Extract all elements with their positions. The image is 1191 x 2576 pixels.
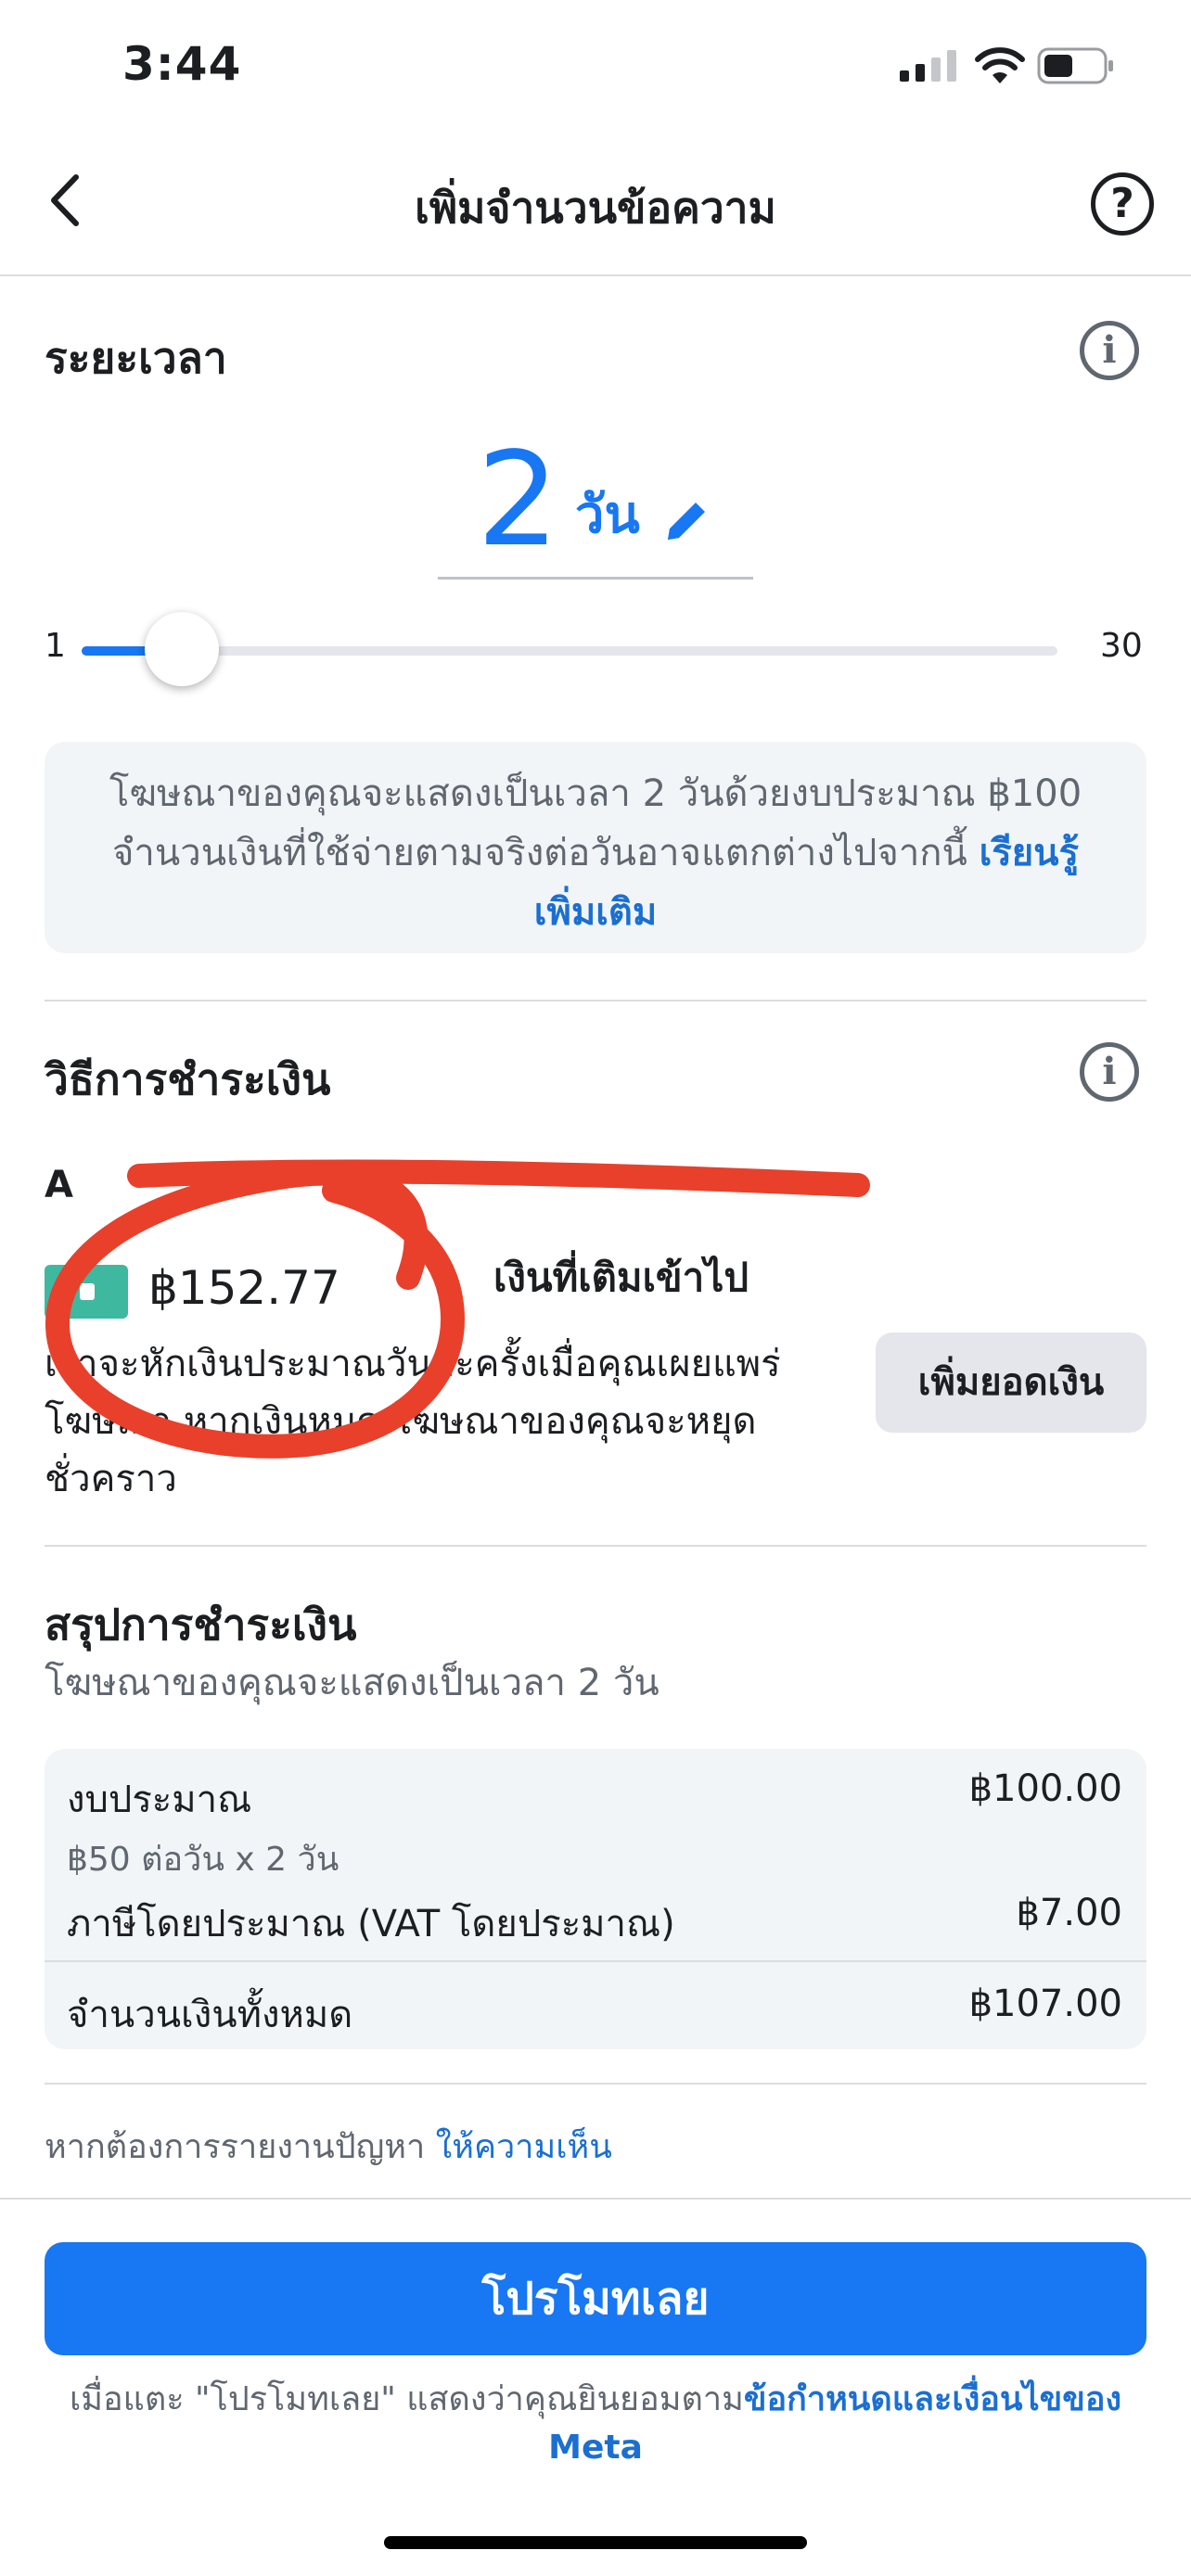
section-divider <box>45 1545 1146 1547</box>
payment-account: A <box>45 1164 73 1206</box>
tax-value: ฿7.00 <box>1016 1892 1122 1934</box>
page-title: เพิ่มจำนวนข้อความ <box>415 183 776 233</box>
tax-label: ภาษีโดยประมาณ (VAT โดยประมาณ) <box>67 1903 675 1945</box>
section-divider <box>45 2083 1146 2085</box>
duration-value[interactable]: 2 <box>477 436 559 566</box>
slider-min-label: 1 <box>45 627 66 665</box>
total-value: ฿107.00 <box>968 1983 1122 2025</box>
terms-notice: เมื่อแตะ "โปรโมทเลย" แสดงว่าคุณยินยอมตาม… <box>45 2376 1146 2472</box>
pencil-icon[interactable] <box>660 495 712 547</box>
budget-value: ฿100.00 <box>968 1767 1122 1810</box>
help-icon[interactable]: ? <box>1091 172 1154 236</box>
duration-title: ระยะเวลา <box>45 333 227 383</box>
duration-info-box: โฆษณาของคุณจะแสดงเป็นเวลา 2 วันด้วยงบประ… <box>45 742 1146 953</box>
prepaid-label: เงินที่เติมเข้าไป <box>493 1255 749 1300</box>
duration-unit: วัน <box>575 485 640 545</box>
report-problem: หากต้องการรายงานปัญหา ให้ความเห็น <box>45 2120 612 2173</box>
home-indicator[interactable] <box>384 2536 807 2549</box>
duration-info-text: โฆษณาของคุณจะแสดงเป็นเวลา 2 วันด้วยงบประ… <box>109 772 1082 874</box>
payment-info-icon[interactable]: i <box>1080 1042 1139 1102</box>
section-divider <box>45 1000 1146 1001</box>
report-text: หากต้องการรายงานปัญหา <box>45 2128 436 2166</box>
payment-description: เราจะหักเงินประมาณวันละครั้งเมื่อคุณเผยแ… <box>45 1343 781 1500</box>
cellular-signal-icon <box>900 50 956 82</box>
summary-divider <box>45 1960 1146 1962</box>
duration-underline <box>438 577 753 580</box>
slider-max-label: 30 <box>1100 627 1143 665</box>
terms-text: เมื่อแตะ "โปรโมทเลย" แสดงว่าคุณยินยอมตาม <box>69 2380 744 2418</box>
payment-title: วิธีการชำระเงิน <box>45 1054 331 1104</box>
add-funds-button[interactable]: เพิ่มยอดเงิน <box>876 1333 1146 1433</box>
footer-divider <box>0 2198 1191 2200</box>
summary-subtitle: โฆษณาของคุณจะแสดงเป็นเวลา 2 วัน <box>45 1662 660 1704</box>
wifi-icon <box>975 47 1025 83</box>
duration-slider-track[interactable] <box>82 646 1057 656</box>
feedback-link[interactable]: ให้ความเห็น <box>436 2128 612 2166</box>
battery-icon <box>1037 47 1113 84</box>
duration-info-icon[interactable]: i <box>1080 321 1139 380</box>
budget-label: งบประมาณ <box>67 1779 252 1821</box>
header-divider <box>0 274 1191 276</box>
status-time: 3:44 <box>122 37 242 91</box>
balance-amount: ฿152.77 <box>148 1261 340 1315</box>
promote-now-button[interactable]: โปรโมทเลย <box>45 2242 1146 2355</box>
summary-title: สรุปการชำระเงิน <box>45 1600 357 1650</box>
total-label: จำนวนเงินทั้งหมด <box>67 1994 353 2036</box>
wallet-icon <box>45 1265 128 1319</box>
budget-detail: ฿50 ต่อวัน x 2 วัน <box>67 1841 339 1879</box>
duration-slider-thumb[interactable] <box>145 612 219 686</box>
